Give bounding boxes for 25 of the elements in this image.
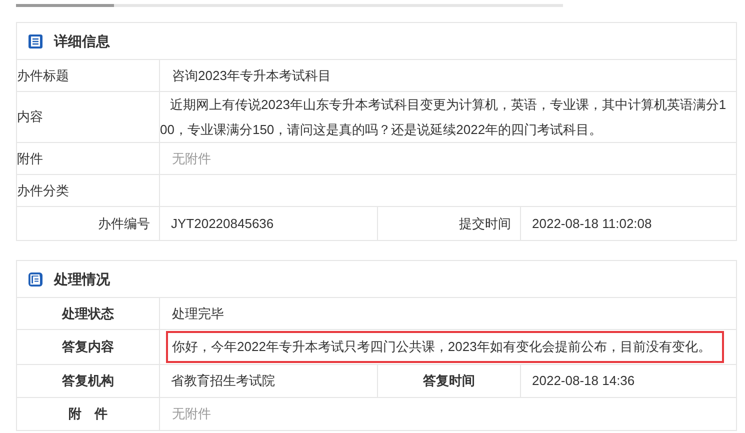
field-value: 咨询2023年专升本考试科目 (171, 66, 332, 85)
document-stack-icon (28, 272, 43, 286)
field-label: 内容 (17, 108, 43, 126)
field-label: 答复内容 (62, 338, 114, 356)
field-value: 2022-08-18 11:02:08 (532, 214, 652, 233)
field-value: 无附件 (171, 150, 212, 168)
section-title: 处理情况 (54, 270, 110, 288)
field-label: 处理状态 (62, 304, 114, 323)
field-value: 无附件 (171, 405, 212, 424)
field-label: 提交时间 (459, 214, 511, 233)
field-label: 答复时间 (423, 372, 475, 390)
field-label: 办件分类 (17, 182, 69, 200)
field-value: 处理完毕 (171, 304, 225, 323)
field-label: 办件标题 (17, 66, 69, 85)
list-icon (28, 34, 43, 48)
field-value: 你好，今年2022年专升本考试只考四门公共课，2023年如有变化会提前公布，目前没有变化。 (166, 331, 724, 363)
section-title: 详细信息 (54, 32, 110, 50)
field-value: 2022-08-18 14:36 (532, 372, 635, 390)
field-label: 办件编号 (98, 214, 150, 233)
field-value: JYT20220845636 (171, 214, 274, 233)
field-label: 答复机构 (62, 372, 114, 390)
field-label: 附件 (17, 150, 43, 168)
field-value: 省教育招生考试院 (171, 372, 275, 390)
field-label: 附 件 (68, 405, 108, 424)
content-paragraph: 近期网上有传说2023年山东专升本考试科目变更为计算机，英语，专业课，其中计算机英语满分100，专业课满分150，请问这是真的吗？还是说延续2022年的四门考试科目。 (160, 96, 728, 139)
